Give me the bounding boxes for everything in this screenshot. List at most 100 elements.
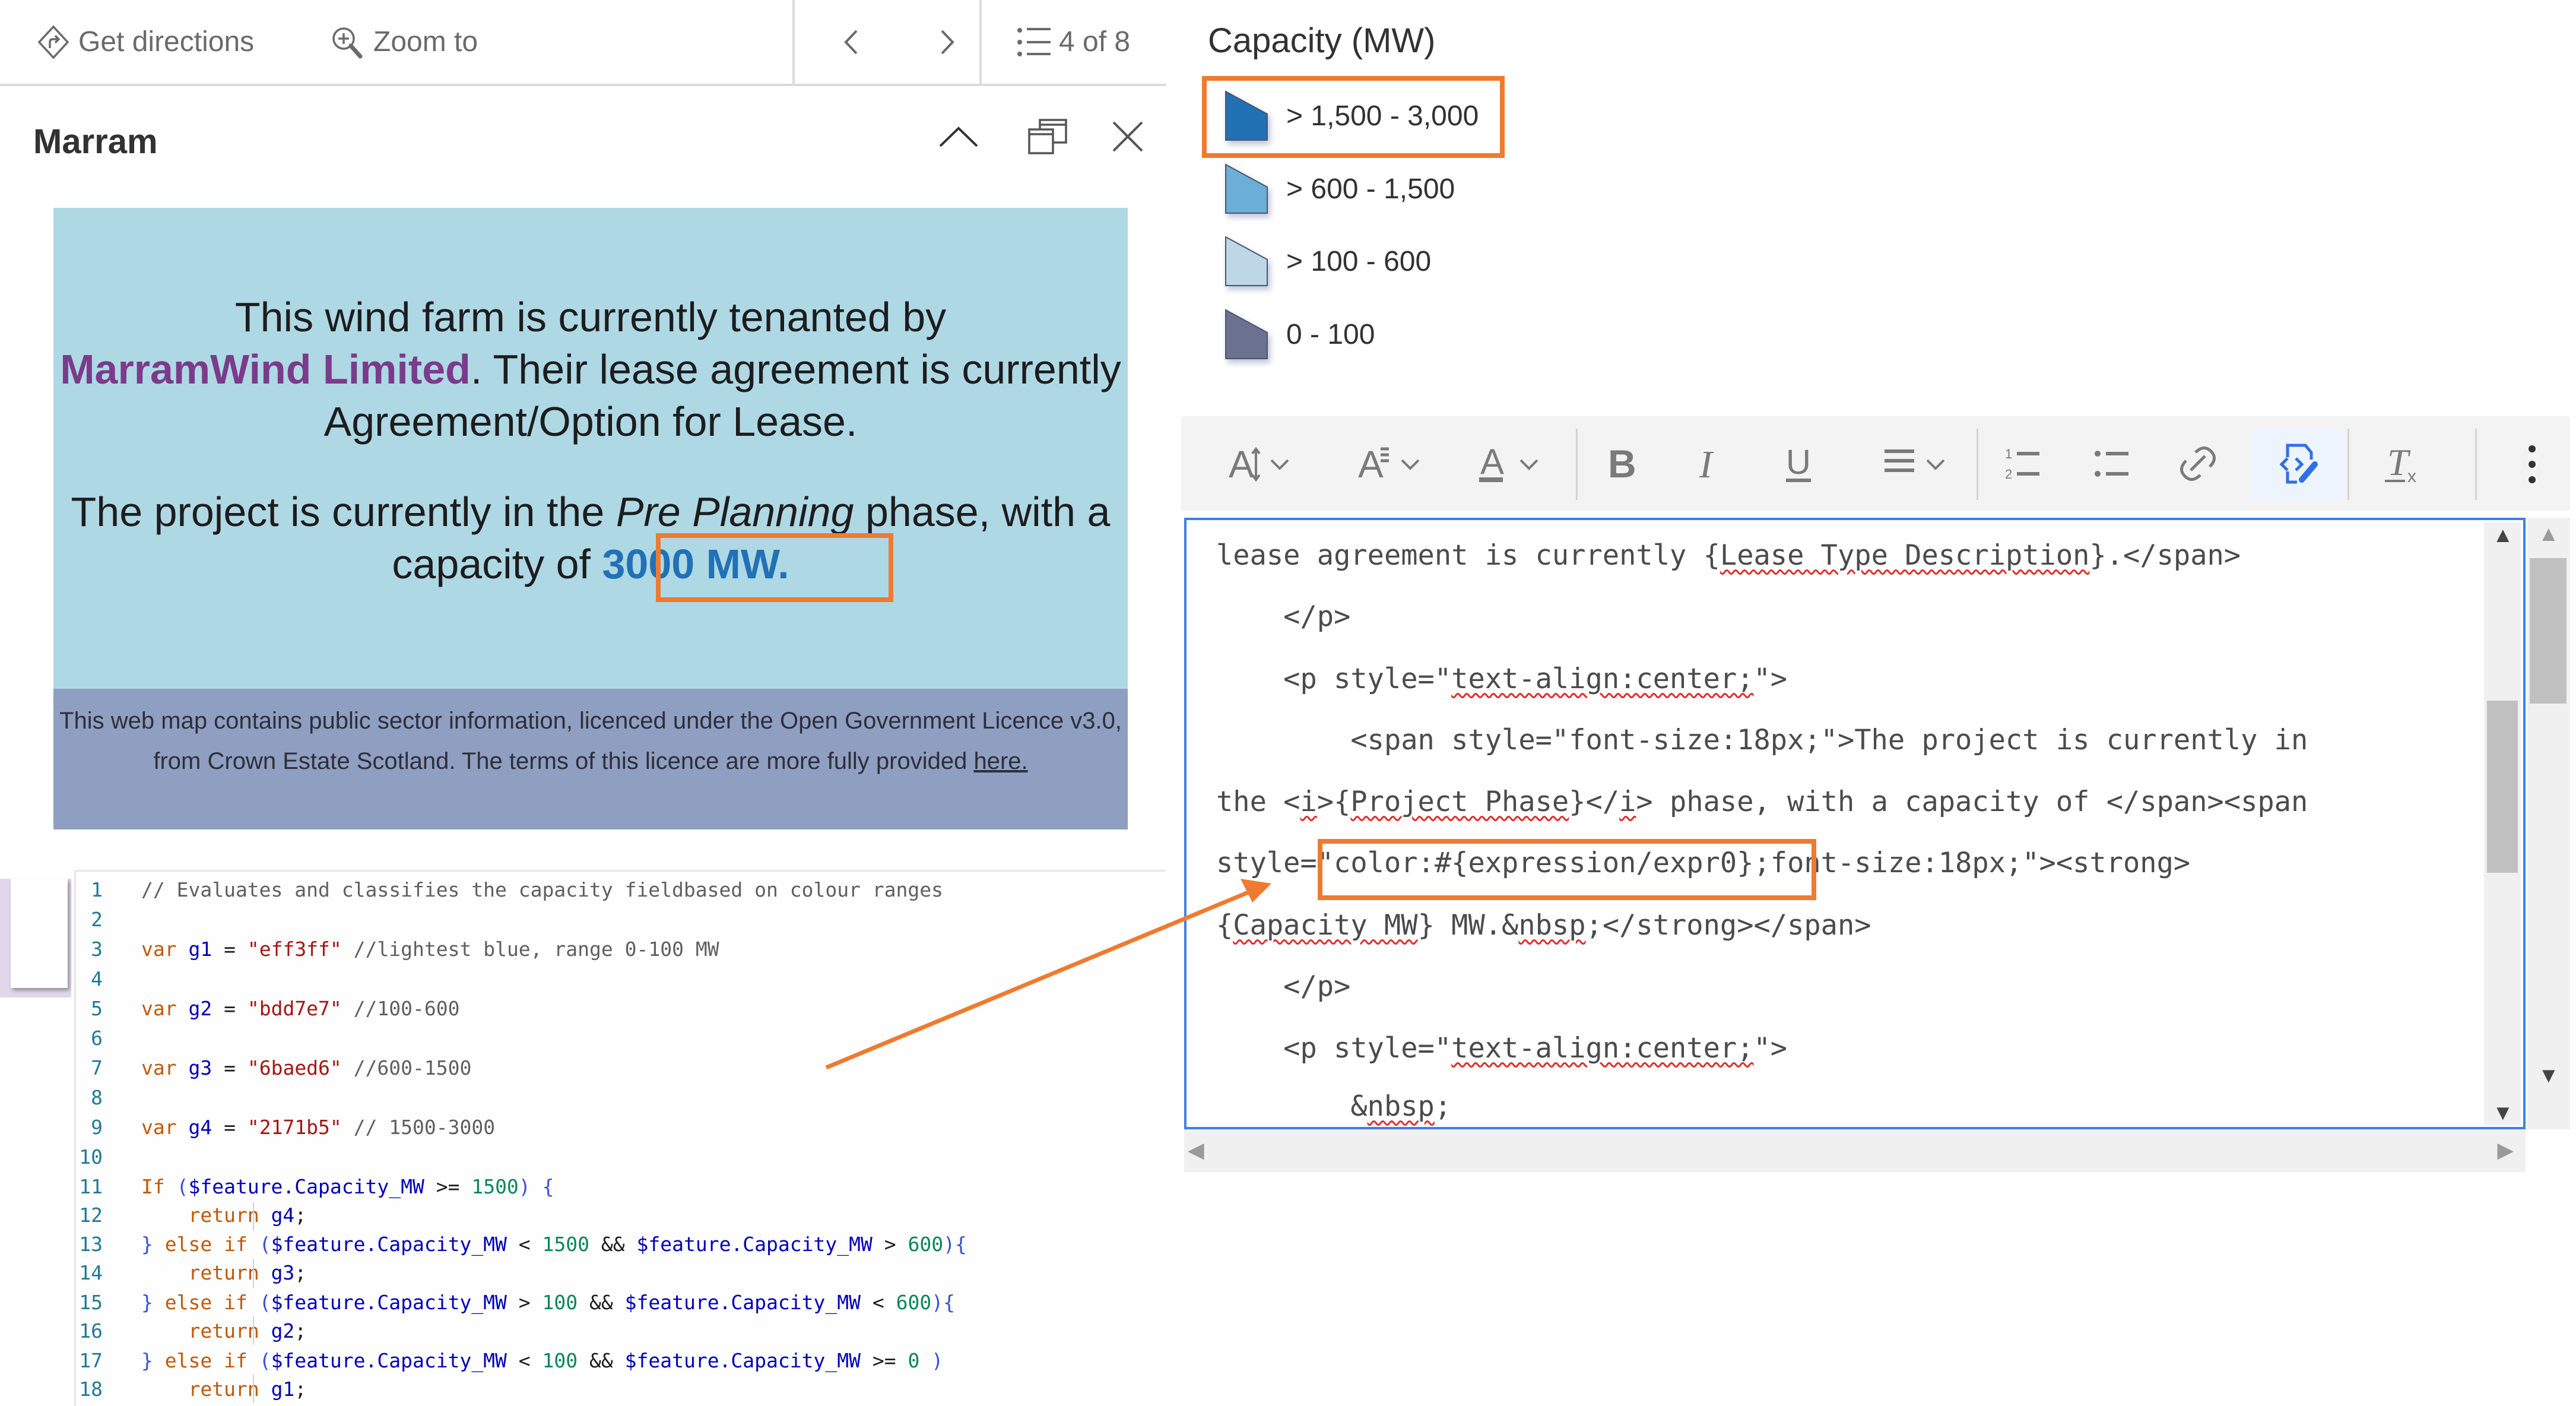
line-number: 18 — [79, 1377, 103, 1401]
source-line: lease agreement is currently {Lease Type… — [1216, 539, 2241, 572]
code-token: // 1500-3000 — [341, 1115, 496, 1139]
code-line: 13} else if ($feature.Capacity_MW < 1500… — [76, 1230, 967, 1258]
spellcheck-flagged-text: Capacity MW — [1233, 909, 1418, 942]
bulleted-list-button[interactable] — [2083, 429, 2143, 500]
italic-button[interactable]: I — [1683, 429, 1742, 500]
chevron-right-icon — [941, 30, 954, 54]
legend-label: > 100 - 600 — [1286, 245, 1432, 277]
line-number: 7 — [91, 1056, 103, 1079]
get-directions-label: Get directions — [78, 26, 255, 58]
font-color-button[interactable]: A — [1451, 429, 1564, 500]
source-text: the < — [1216, 786, 1300, 818]
numbered-list-button[interactable]: 12 — [1994, 429, 2054, 500]
code-line: 17} else if ($feature.Capacity_MW < 100 … — [76, 1346, 943, 1375]
phase-paragraph: The project is currently in the Pre Plan… — [53, 486, 1128, 590]
scroll-down-icon[interactable]: ▼ — [2492, 1100, 2514, 1125]
scroll-right-icon[interactable]: ▶ — [2497, 1138, 2514, 1163]
spellcheck-flagged-text: text-align:center; — [1451, 663, 1754, 695]
spellcheck-flagged-text: Project Phase — [1350, 786, 1569, 818]
more-button[interactable] — [2505, 429, 2564, 500]
editor-scroll-thumb[interactable] — [2530, 558, 2567, 704]
get-directions-button[interactable]: Get directions — [37, 0, 254, 84]
code-token: 0 — [908, 1348, 920, 1372]
indent-guide — [253, 1202, 254, 1231]
scroll-up-icon[interactable]: ▲ — [2538, 521, 2559, 546]
underline-icon: U — [1786, 443, 1811, 482]
code-token: $feature.Capacity_MW — [188, 1174, 424, 1198]
source-button[interactable] — [2250, 429, 2345, 500]
legend-item: 0 - 100 — [1220, 305, 1375, 364]
source-line: <p style="text-align:center;"> — [1216, 663, 1787, 695]
line-number: 5 — [91, 996, 103, 1020]
toolbar-separator — [2475, 429, 2477, 500]
source-line: </p> — [1216, 600, 1350, 633]
source-scroll-thumb[interactable] — [2487, 701, 2518, 873]
toolbar-separator — [2347, 429, 2349, 500]
code-token: "2171b5" — [247, 1115, 342, 1139]
list-icon — [1017, 27, 1051, 56]
code-token: ; — [294, 1203, 307, 1227]
code-token: var — [141, 1115, 189, 1139]
close-button[interactable] — [1101, 110, 1154, 163]
chevron-up-icon — [939, 126, 978, 147]
code-token: && — [589, 1232, 637, 1256]
legend-item: > 600 - 1,500 — [1220, 159, 1455, 218]
legend-title: Capacity (MW) — [1208, 21, 1436, 60]
code-token: g3 — [188, 1056, 212, 1079]
svg-text:A: A — [1229, 443, 1254, 486]
source-text: lease agreement is currently { — [1216, 539, 1720, 572]
toolbar-divider — [979, 0, 982, 84]
popup-panel: Get directions Zoom to 4 of 8 Marram Thi… — [0, 0, 1166, 855]
font-color-icon: A — [1479, 442, 1504, 482]
code-token: ( — [259, 1348, 271, 1372]
para2-prefix: The project is currently in the — [71, 489, 616, 535]
code-token: } — [141, 1348, 153, 1372]
italic-icon: I — [1699, 443, 1714, 486]
code-token: $feature.Capacity_MW — [624, 1290, 861, 1314]
scroll-up-icon[interactable]: ▲ — [2492, 522, 2514, 547]
line-number: 16 — [79, 1319, 103, 1342]
feature-list-button[interactable]: 4 of 8 — [1016, 0, 1130, 84]
horizontal-scrollbar[interactable]: ◀ ▶ — [1184, 1129, 2526, 1172]
bold-button[interactable]: B — [1594, 429, 1653, 500]
indent-guide — [253, 1375, 254, 1403]
dock-button[interactable] — [1021, 110, 1074, 163]
source-text: }.</span> — [2089, 539, 2241, 572]
svg-text:A: A — [1480, 442, 1504, 482]
directions-icon — [37, 24, 69, 59]
licence-link[interactable]: here. — [973, 748, 1027, 774]
chevron-left-icon — [844, 30, 858, 54]
collapse-button[interactable] — [932, 110, 985, 163]
next-feature-button[interactable] — [923, 17, 970, 67]
code-token: g1 — [271, 1377, 295, 1401]
remove-format-button[interactable]: Tx — [2374, 429, 2434, 500]
code-token: "bdd7e7" — [247, 996, 342, 1020]
font-family-button[interactable]: A — [1333, 429, 1445, 500]
code-line: 12 return g4; — [76, 1201, 306, 1229]
code-line: 4 — [76, 964, 141, 993]
line-number: 15 — [79, 1290, 103, 1314]
code-token: 1500 — [542, 1232, 590, 1256]
spellcheck-flagged-text: nbsp — [1518, 909, 1586, 942]
code-token: "6baed6" — [247, 1056, 342, 1079]
line-number: 6 — [91, 1026, 103, 1050]
toolbar-separator — [1576, 429, 1578, 500]
code-token: var — [141, 996, 189, 1020]
scroll-down-icon[interactable]: ▼ — [2538, 1063, 2559, 1088]
source-text: } MW.& — [1417, 909, 1519, 942]
zoom-to-button[interactable]: Zoom to — [329, 0, 478, 84]
scroll-left-icon[interactable]: ◀ — [1188, 1138, 1204, 1163]
link-button[interactable] — [2169, 429, 2229, 500]
svg-text:U: U — [1786, 443, 1811, 482]
align-button[interactable] — [1858, 429, 1971, 500]
previous-feature-button[interactable] — [828, 17, 875, 67]
font-size-button[interactable]: A — [1202, 429, 1315, 500]
html-source-editor[interactable]: lease agreement is currently {Lease Type… — [1184, 518, 2526, 1129]
indent-guide — [253, 1316, 254, 1345]
arcade-code-editor[interactable]: 1 // Evaluates and classifies the capacit… — [74, 870, 1165, 1406]
source-line: &nbsp; — [1216, 1090, 1451, 1123]
underline-button[interactable]: U — [1772, 429, 1831, 500]
code-token: $feature.Capacity_MW — [636, 1232, 873, 1256]
